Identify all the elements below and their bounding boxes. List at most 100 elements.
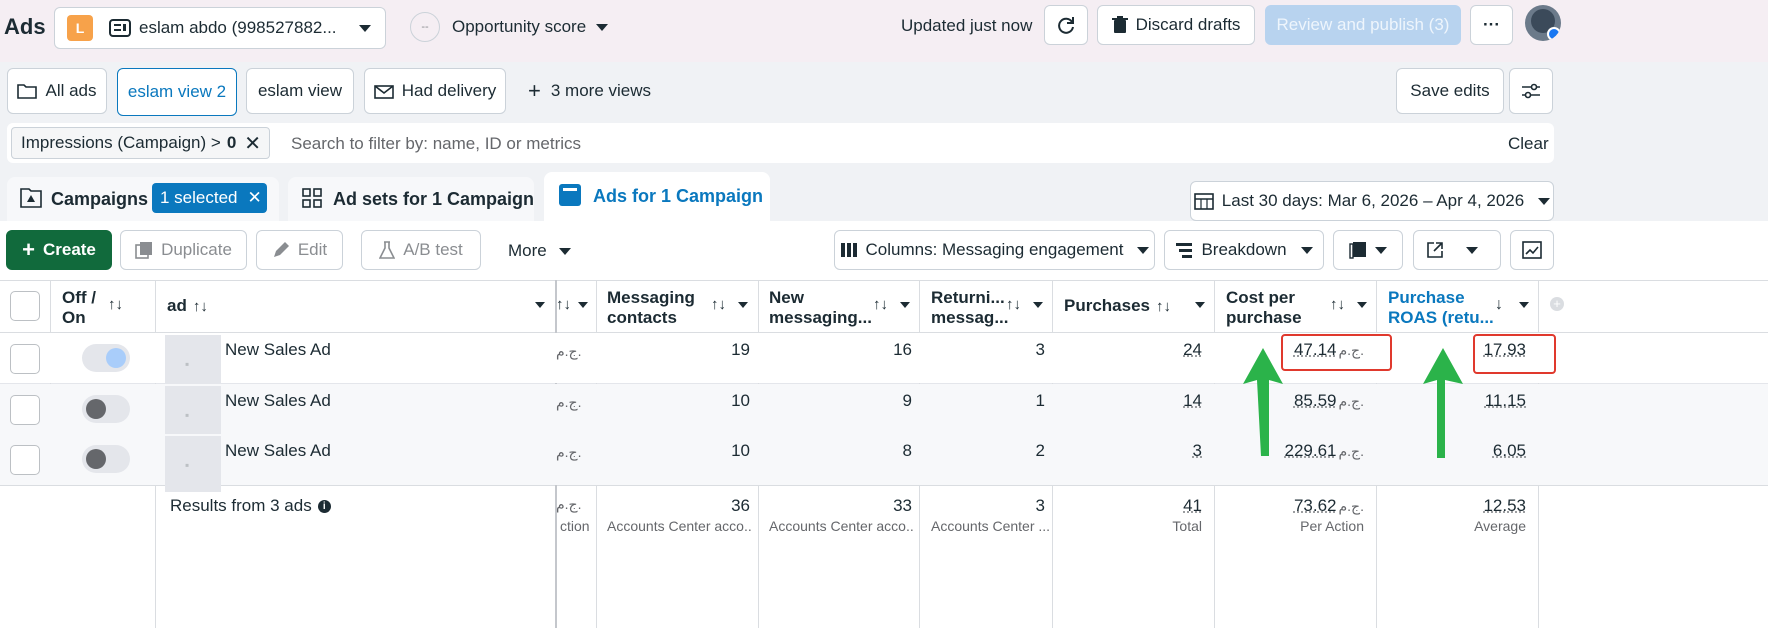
row-checkbox[interactable]: [10, 344, 40, 374]
more-views-label: 3 more views: [550, 81, 651, 100]
header-returning[interactable]: Returni... messag...: [931, 288, 1009, 328]
new-msg-value: 9: [902, 391, 912, 410]
had-delivery-label: Had delivery: [401, 81, 497, 100]
account-name: eslam abdo (998527882...: [139, 18, 337, 37]
returning-value: 1: [1035, 391, 1045, 410]
header-purchases[interactable]: Purchases ↑↓: [1064, 296, 1171, 316]
header-cost-per-purchase[interactable]: Cost per purchase: [1226, 288, 1322, 328]
sort-icon[interactable]: ↑↓: [873, 296, 888, 313]
envelope-icon: [373, 85, 394, 99]
date-range-label: Last 30 days: Mar 6, 2026 – Apr 4, 2026: [1221, 191, 1525, 210]
more-options-button[interactable]: ···: [1470, 5, 1513, 45]
row-checkbox[interactable]: [10, 395, 40, 425]
chevron-down-icon[interactable]: [1519, 302, 1529, 308]
view-settings-button[interactable]: [1509, 68, 1553, 114]
create-button[interactable]: + Create: [6, 230, 112, 270]
returning-value: 3: [1035, 340, 1045, 359]
chart-button[interactable]: [1510, 230, 1554, 270]
returning-value: 2: [1035, 441, 1045, 460]
chevron-down-icon[interactable]: [738, 302, 748, 308]
search-input[interactable]: Search to filter by: name, ID or metrics: [291, 134, 581, 154]
duplicate-icon: [135, 242, 153, 259]
sort-icon[interactable]: ↑↓: [1156, 298, 1171, 315]
sort-icon[interactable]: ↑↓: [193, 298, 208, 315]
refresh-icon: [1058, 17, 1074, 34]
row-toggle[interactable]: [82, 445, 130, 473]
duplicate-label: Duplicate: [161, 240, 232, 259]
chevron-down-icon[interactable]: [1033, 302, 1043, 308]
filter-chip[interactable]: Impressions (Campaign) > 0 ✕: [11, 127, 270, 159]
header-offon[interactable]: Off / On: [62, 288, 102, 328]
facebook-icon: [1547, 27, 1561, 41]
row-toggle[interactable]: [82, 395, 130, 423]
tab-ads-label: Ads for 1 Campaign: [593, 186, 764, 206]
header-purchase-roas[interactable]: Purchase ROAS (retu...: [1388, 288, 1496, 328]
chevron-down-icon: [1300, 246, 1313, 254]
ad-name[interactable]: New Sales Ad: [225, 340, 331, 360]
breakdown-icon: [1176, 243, 1193, 258]
export-button[interactable]: [1413, 230, 1501, 270]
refresh-button[interactable]: [1044, 5, 1088, 45]
row-checkbox[interactable]: [10, 445, 40, 475]
sort-icon[interactable]: ↑↓: [711, 296, 726, 313]
opportunity-score[interactable]: Opportunity score: [452, 17, 609, 37]
new-msg-value: 8: [902, 441, 912, 460]
more-views-button[interactable]: + 3 more views: [528, 80, 651, 102]
ab-test-button[interactable]: A/B test: [361, 230, 481, 270]
summary-purchases-sub: Total: [1172, 518, 1202, 534]
chevron-down-icon[interactable]: [1195, 302, 1205, 308]
folder-icon: [17, 84, 38, 99]
sort-icon[interactable]: ↑↓: [1006, 296, 1021, 313]
select-all-checkbox[interactable]: [10, 291, 40, 321]
sort-icon[interactable]: ↑↓: [556, 296, 571, 313]
add-column-icon[interactable]: +: [1550, 297, 1564, 311]
summary-label: Results from 3 ads i: [170, 496, 331, 516]
account-selector[interactable]: L eslam abdo (998527882...: [54, 7, 386, 49]
view-eslam-view-2[interactable]: eslam view 2: [117, 68, 237, 116]
date-range-picker[interactable]: Last 30 days: Mar 6, 2026 – Apr 4, 2026: [1190, 181, 1554, 221]
columns-button[interactable]: Columns: Messaging engagement: [834, 230, 1155, 270]
duplicate-button[interactable]: Duplicate: [120, 230, 247, 270]
green-arrow-up-icon: [1243, 348, 1283, 456]
view-all-ads[interactable]: All ads: [7, 68, 107, 114]
header-ad[interactable]: ad ↑↓: [167, 296, 208, 316]
chevron-down-icon: [558, 247, 571, 255]
review-publish-button[interactable]: Review and publish (3): [1265, 5, 1461, 45]
ad-name[interactable]: New Sales Ad: [225, 391, 331, 411]
sort-desc-icon[interactable]: ↓: [1495, 296, 1503, 314]
chevron-down-icon[interactable]: [578, 302, 588, 308]
save-edits-button[interactable]: Save edits: [1396, 68, 1504, 114]
chevron-down-icon[interactable]: [535, 302, 545, 308]
reports-button[interactable]: [1333, 230, 1403, 270]
header-purchases-label: Purchases: [1064, 296, 1150, 315]
chevron-down-icon[interactable]: [1357, 302, 1367, 308]
adsets-grid-icon: [302, 188, 322, 213]
clear-filter-button[interactable]: Clear: [1508, 134, 1549, 154]
sort-icon[interactable]: ↑↓: [108, 296, 123, 313]
info-icon[interactable]: i: [317, 499, 331, 513]
breakdown-button[interactable]: Breakdown: [1164, 230, 1324, 270]
more-actions-button[interactable]: More: [508, 241, 571, 261]
trend-chart-icon: [1522, 241, 1542, 259]
header-messaging-contacts[interactable]: Messaging contacts: [607, 288, 707, 328]
columns-label: Columns: Messaging engagement: [865, 240, 1124, 259]
ad-name[interactable]: New Sales Ad: [225, 441, 331, 461]
chevron-down-icon[interactable]: [900, 302, 910, 308]
avatar[interactable]: [1525, 5, 1561, 41]
purchases-value: 14: [1183, 391, 1202, 410]
close-icon[interactable]: ✕: [248, 188, 262, 208]
opportunity-label: Opportunity score: [452, 17, 587, 36]
close-icon[interactable]: ✕: [244, 131, 261, 156]
summary-label-text: Results from 3 ads: [170, 496, 312, 515]
header-new-messaging[interactable]: New messaging...: [769, 288, 872, 328]
chevron-down-icon: [1538, 197, 1551, 205]
new-msg-value: 16: [893, 340, 912, 359]
discard-drafts-button[interactable]: Discard drafts: [1097, 5, 1255, 45]
view-eslam-view[interactable]: eslam view: [246, 68, 354, 114]
sort-icon[interactable]: ↑↓: [1330, 296, 1345, 313]
roas-highlight-box: [1473, 334, 1556, 374]
edit-button[interactable]: Edit: [256, 230, 343, 270]
row-toggle[interactable]: [82, 344, 130, 372]
view-had-delivery[interactable]: Had delivery: [364, 68, 506, 114]
selected-badge[interactable]: 1 selected ✕: [152, 183, 267, 213]
